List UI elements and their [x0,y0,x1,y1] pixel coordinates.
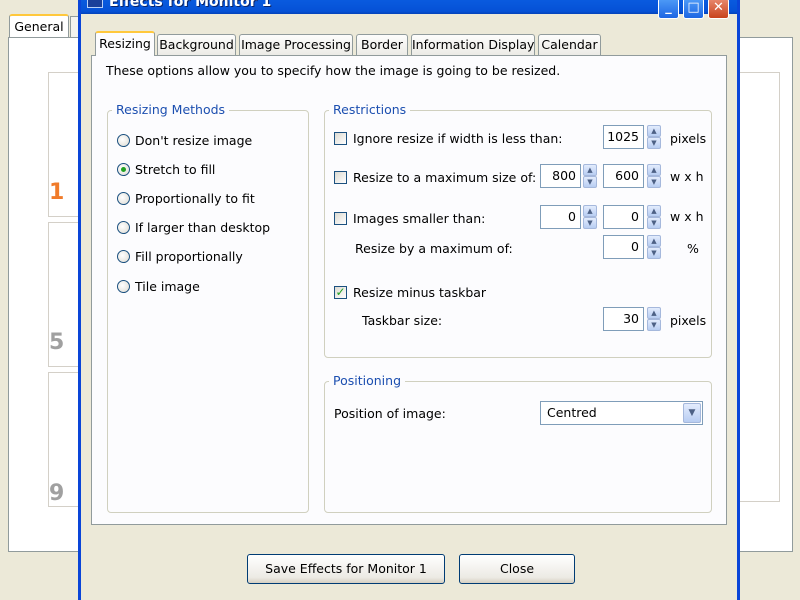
resize-by-max-unit: % [687,241,699,256]
max-size-label[interactable]: Resize to a maximum size of: [353,170,536,185]
taskbar-size-label: Taskbar size: [362,313,443,328]
minimize-button[interactable]: _ [658,0,679,19]
effects-dialog: Effects for Monitor 1 _ □ ✕ Resizing Bac… [78,0,740,600]
restrictions-group: Restrictions Ignore resize if width is l… [324,102,712,358]
smaller-than-height-input[interactable]: 0 [603,205,644,229]
spin-up-icon[interactable]: ▲ [647,164,661,176]
taskbar-size-unit: pixels [670,313,707,328]
panel-description: These options allow you to specify how t… [106,63,561,78]
spin-down-icon[interactable]: ▼ [583,176,597,188]
ignore-resize-unit: pixels [670,131,707,146]
positioning-group: Positioning Position of image: Centred ▼ [324,373,712,513]
dialog-title: Effects for Monitor 1 [109,0,272,10]
maximize-button[interactable]: □ [683,0,704,19]
monitor-number-1: 1 [49,180,65,205]
radio-label-stretch-to-fill[interactable]: Stretch to fill [135,162,215,177]
checkbox-images-smaller-than[interactable] [334,212,347,225]
radio-label-fill-proportionally[interactable]: Fill proportionally [135,249,243,264]
resize-by-max-spinner[interactable]: ▲ ▼ [647,235,661,259]
spin-up-icon[interactable]: ▲ [647,235,661,247]
close-window-button[interactable]: ✕ [708,0,729,19]
max-size-height-spinner[interactable]: ▲ ▼ [647,164,661,188]
max-size-unit: w x h [670,169,704,184]
position-of-image-label: Position of image: [334,406,446,421]
close-button[interactable]: Close [459,554,575,584]
resize-by-max-label: Resize by a maximum of: [355,241,513,256]
resizing-methods-title: Resizing Methods [112,102,230,117]
positioning-title: Positioning [329,373,405,388]
radio-label-if-larger-than-desktop[interactable]: If larger than desktop [135,220,270,235]
tab-general[interactable]: General [9,14,69,38]
chevron-down-icon[interactable]: ▼ [683,403,701,423]
radio-if-larger-than-desktop[interactable] [117,221,130,234]
tab-calendar[interactable]: Calendar [538,34,601,55]
spin-up-icon[interactable]: ▲ [583,164,597,176]
tab-resizing[interactable]: Resizing [95,31,155,56]
tab-information-display[interactable]: Information Display [411,34,535,55]
save-effects-button[interactable]: Save Effects for Monitor 1 [247,554,445,584]
radio-fill-proportionally[interactable] [117,250,130,263]
resize-by-max-input[interactable]: 0 [603,235,644,259]
radio-dont-resize[interactable] [117,134,130,147]
spin-down-icon[interactable]: ▼ [647,176,661,188]
monitor-icon [87,0,103,8]
radio-proportionally-to-fit[interactable] [117,192,130,205]
restrictions-title: Restrictions [329,102,411,117]
position-of-image-select[interactable]: Centred ▼ [540,401,703,425]
resizing-panel: These options allow you to specify how t… [91,55,727,525]
spin-up-icon[interactable]: ▲ [647,307,661,319]
ignore-resize-spinner[interactable]: ▲ ▼ [647,125,661,149]
checkbox-resize-minus-taskbar[interactable]: ✓ [334,286,347,299]
title-bar[interactable]: Effects for Monitor 1 _ □ ✕ [81,0,737,19]
resizing-methods-group: Resizing Methods Don't resize image Stre… [107,102,309,513]
ignore-resize-label[interactable]: Ignore resize if width is less than: [353,131,563,146]
radio-tile-image[interactable] [117,280,130,293]
smaller-than-width-spinner[interactable]: ▲ ▼ [583,205,597,229]
tab-border[interactable]: Border [356,34,408,55]
tab-image-processing[interactable]: Image Processing [239,34,353,55]
spin-down-icon[interactable]: ▼ [583,217,597,229]
checkbox-max-size[interactable] [334,171,347,184]
checkbox-ignore-resize[interactable] [334,132,347,145]
position-select-value: Centred [547,405,597,420]
smaller-than-width-input[interactable]: 0 [540,205,581,229]
spin-down-icon[interactable]: ▼ [647,217,661,229]
spin-down-icon[interactable]: ▼ [647,247,661,259]
radio-label-proportionally-to-fit[interactable]: Proportionally to fit [135,191,255,206]
images-smaller-than-label[interactable]: Images smaller than: [353,211,485,226]
radio-stretch-to-fill[interactable] [117,163,130,176]
radio-label-tile-image[interactable]: Tile image [135,279,200,294]
radio-label-dont-resize[interactable]: Don't resize image [135,133,252,148]
monitor-number-5: 5 [49,330,65,355]
spin-up-icon[interactable]: ▲ [647,205,661,217]
ignore-resize-width-input[interactable]: 1025 [603,125,644,149]
tab-background[interactable]: Background [157,34,236,55]
background-right-cells [740,72,780,502]
check-mark-icon: ✓ [335,285,346,299]
resize-minus-taskbar-label[interactable]: Resize minus taskbar [353,285,486,300]
max-size-height-input[interactable]: 600 [603,164,644,188]
monitor-number-9: 9 [49,481,65,506]
max-size-width-input[interactable]: 800 [540,164,581,188]
max-size-width-spinner[interactable]: ▲ ▼ [583,164,597,188]
spin-down-icon[interactable]: ▼ [647,137,661,149]
spin-up-icon[interactable]: ▲ [583,205,597,217]
taskbar-size-spinner[interactable]: ▲ ▼ [647,307,661,331]
spin-down-icon[interactable]: ▼ [647,319,661,331]
smaller-than-height-spinner[interactable]: ▲ ▼ [647,205,661,229]
spin-up-icon[interactable]: ▲ [647,125,661,137]
smaller-than-unit: w x h [670,209,704,224]
taskbar-size-input[interactable]: 30 [603,307,644,331]
